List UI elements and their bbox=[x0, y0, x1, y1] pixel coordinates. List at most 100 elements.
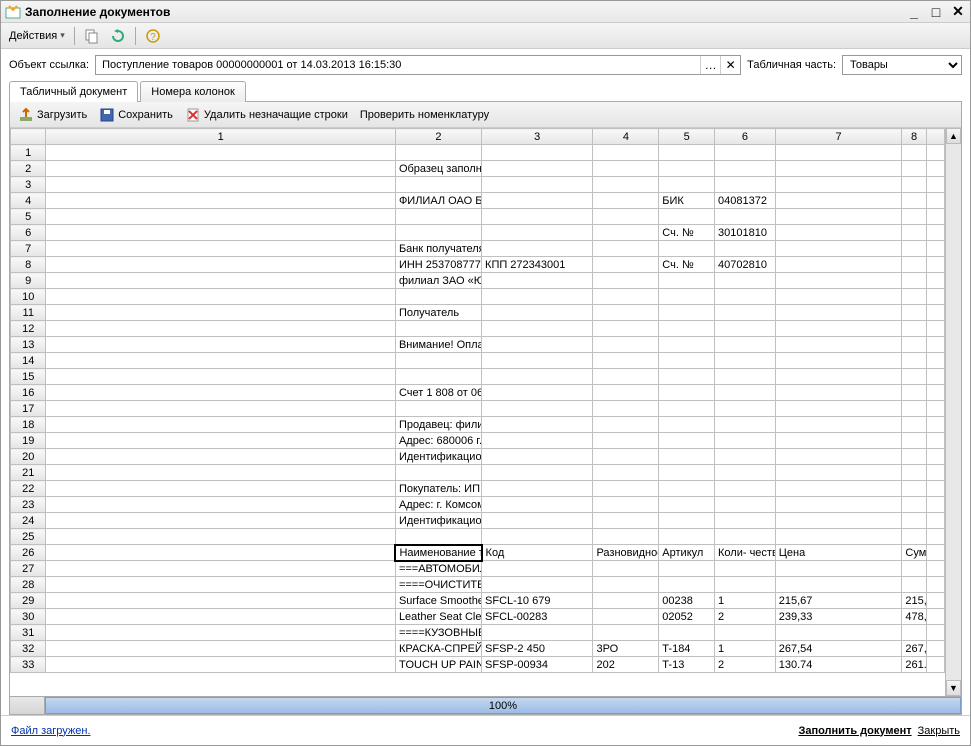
cell[interactable] bbox=[902, 513, 926, 529]
cell[interactable] bbox=[482, 177, 593, 193]
cell[interactable] bbox=[46, 353, 395, 369]
tabpart-select[interactable]: Товары bbox=[842, 55, 962, 75]
cell[interactable] bbox=[902, 529, 926, 545]
row-header[interactable]: 7 bbox=[11, 241, 46, 257]
cell[interactable] bbox=[46, 593, 395, 609]
cell[interactable] bbox=[482, 145, 593, 161]
vertical-scrollbar[interactable]: ▲ ▼ bbox=[945, 128, 961, 696]
row-header[interactable]: 1 bbox=[11, 145, 46, 161]
cell[interactable] bbox=[482, 561, 593, 577]
cell[interactable] bbox=[715, 497, 776, 513]
cell[interactable] bbox=[659, 289, 715, 305]
cell[interactable]: КПП 272343001 bbox=[482, 257, 593, 273]
cell[interactable] bbox=[482, 513, 593, 529]
cell[interactable]: Сч. № bbox=[659, 225, 715, 241]
cell[interactable] bbox=[775, 321, 902, 337]
cell[interactable] bbox=[715, 177, 776, 193]
table-row[interactable]: 8ИНН 2537087779КПП 272343001Сч. №4070281… bbox=[11, 257, 945, 273]
cell[interactable] bbox=[715, 321, 776, 337]
table-row[interactable]: 1 bbox=[11, 145, 945, 161]
cell[interactable] bbox=[659, 417, 715, 433]
cell[interactable] bbox=[46, 561, 395, 577]
cell[interactable] bbox=[775, 369, 902, 385]
cell[interactable] bbox=[593, 337, 659, 353]
cell[interactable] bbox=[659, 497, 715, 513]
cell[interactable] bbox=[926, 273, 944, 289]
cell[interactable] bbox=[395, 529, 481, 545]
cell[interactable] bbox=[902, 625, 926, 641]
row-header[interactable]: 27 bbox=[11, 561, 46, 577]
table-row[interactable]: 23Адрес: г. Комсомольск-на-амуре, ул. Ла… bbox=[11, 497, 945, 513]
cell[interactable] bbox=[46, 465, 395, 481]
cell[interactable] bbox=[482, 161, 593, 177]
cell[interactable]: Адрес: 680006 г. Хабаровск ул. Индустриа… bbox=[395, 433, 481, 449]
cell[interactable] bbox=[395, 225, 481, 241]
cell[interactable]: 215,67 bbox=[902, 593, 926, 609]
row-header[interactable]: 19 bbox=[11, 433, 46, 449]
cell[interactable] bbox=[659, 465, 715, 481]
actions-menu[interactable]: Действия ▾ bbox=[5, 28, 69, 44]
cell[interactable] bbox=[46, 209, 395, 225]
cell[interactable]: Артикул bbox=[659, 545, 715, 561]
cell[interactable] bbox=[46, 177, 395, 193]
cell[interactable] bbox=[395, 209, 481, 225]
cell[interactable] bbox=[775, 449, 902, 465]
cell[interactable] bbox=[46, 273, 395, 289]
cell[interactable] bbox=[482, 193, 593, 209]
cell[interactable] bbox=[926, 305, 944, 321]
row-header[interactable]: 20 bbox=[11, 449, 46, 465]
cell[interactable] bbox=[926, 609, 944, 625]
cell[interactable] bbox=[46, 241, 395, 257]
cell[interactable] bbox=[902, 449, 926, 465]
cell[interactable] bbox=[659, 481, 715, 497]
cell[interactable]: TOUCH UP PAINT - Краска-карандаш 12ml bbox=[395, 657, 481, 673]
copy-button[interactable] bbox=[80, 26, 104, 46]
cell[interactable] bbox=[395, 369, 481, 385]
cell[interactable] bbox=[775, 161, 902, 177]
cell[interactable] bbox=[775, 385, 902, 401]
table-row[interactable]: 18Продавец: филиал ЗАО «Юником-Восток»в … bbox=[11, 417, 945, 433]
cell[interactable] bbox=[926, 433, 944, 449]
row-header[interactable]: 9 bbox=[11, 273, 46, 289]
cell[interactable] bbox=[482, 241, 593, 257]
cell[interactable] bbox=[46, 225, 395, 241]
cell[interactable] bbox=[926, 449, 944, 465]
cell[interactable] bbox=[902, 417, 926, 433]
cell[interactable] bbox=[659, 513, 715, 529]
cell[interactable] bbox=[715, 145, 776, 161]
row-header[interactable]: 15 bbox=[11, 369, 46, 385]
cell[interactable] bbox=[715, 209, 776, 225]
cell[interactable] bbox=[482, 529, 593, 545]
cell[interactable] bbox=[659, 369, 715, 385]
cell[interactable] bbox=[775, 225, 902, 241]
cell[interactable] bbox=[902, 241, 926, 257]
cell[interactable] bbox=[395, 465, 481, 481]
cell[interactable] bbox=[715, 417, 776, 433]
cell[interactable] bbox=[902, 497, 926, 513]
cell[interactable] bbox=[395, 353, 481, 369]
cell[interactable] bbox=[926, 481, 944, 497]
cell[interactable] bbox=[395, 321, 481, 337]
cell[interactable] bbox=[659, 353, 715, 369]
cell[interactable] bbox=[46, 609, 395, 625]
row-header[interactable]: 10 bbox=[11, 289, 46, 305]
cell[interactable] bbox=[715, 513, 776, 529]
cell[interactable] bbox=[46, 625, 395, 641]
cell[interactable] bbox=[46, 337, 395, 353]
maximize-button[interactable]: □ bbox=[928, 5, 944, 19]
cell[interactable] bbox=[715, 385, 776, 401]
cell[interactable] bbox=[46, 257, 395, 273]
col-header[interactable]: 6 bbox=[715, 129, 776, 145]
cell[interactable] bbox=[593, 305, 659, 321]
check-button[interactable]: Проверить номенклатуру bbox=[356, 107, 493, 123]
cell[interactable] bbox=[482, 385, 593, 401]
cell[interactable]: SFCL-10 679 bbox=[482, 593, 593, 609]
cell[interactable]: Идентификационный номер продавца (ИНН): … bbox=[395, 449, 481, 465]
cell[interactable] bbox=[593, 593, 659, 609]
scroll-down-icon[interactable]: ▼ bbox=[946, 680, 961, 696]
col-header[interactable]: 2 bbox=[395, 129, 481, 145]
cell[interactable] bbox=[46, 481, 395, 497]
object-ref-input[interactable] bbox=[96, 56, 700, 74]
table-row[interactable]: 28 ====ОЧИСТИТЕЛИ bbox=[11, 577, 945, 593]
cell[interactable] bbox=[775, 193, 902, 209]
